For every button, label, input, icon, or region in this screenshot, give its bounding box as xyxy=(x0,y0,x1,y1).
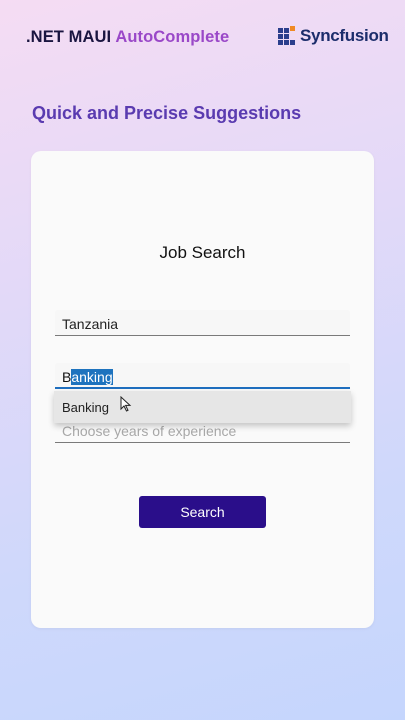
industry-autocomplete[interactable]: Banking xyxy=(55,363,350,389)
header-title-part1: .NET MAUI xyxy=(26,28,112,46)
header-title: .NET MAUI AutoComplete xyxy=(26,28,229,47)
industry-typed-text: B xyxy=(62,369,72,385)
header-title-part2: AutoComplete xyxy=(115,28,230,46)
industry-value: Banking xyxy=(62,369,113,385)
job-search-card xyxy=(31,151,374,628)
suggestion-item-banking[interactable]: Banking xyxy=(62,400,109,415)
card-title: Job Search xyxy=(159,243,246,262)
syncfusion-grid-logo-icon xyxy=(278,26,295,45)
industry-selected-completion: anking xyxy=(71,369,113,385)
experience-placeholder: Choose years of experience xyxy=(62,423,237,439)
logo-text: Syncfusion xyxy=(300,26,389,45)
suggestion-dropdown: Banking xyxy=(54,391,351,423)
search-button[interactable]: Search xyxy=(139,496,266,528)
syncfusion-logo: Syncfusion xyxy=(278,26,389,46)
country-autocomplete[interactable]: Tanzania xyxy=(55,310,350,336)
page-subtitle: Quick and Precise Suggestions xyxy=(32,103,302,123)
mouse-cursor-icon xyxy=(120,396,132,412)
country-value: Tanzania xyxy=(62,316,119,332)
